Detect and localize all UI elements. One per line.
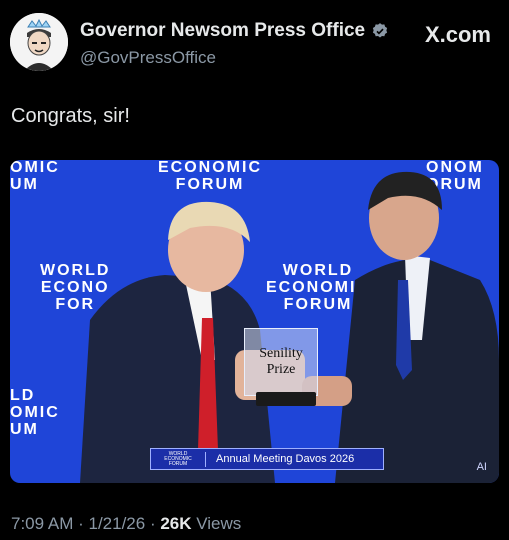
tweet-media[interactable]: ECONOMIC FORUM OMIC UM ONOM ORUM WORLD E… [10, 160, 499, 483]
prize-line2: Prize [266, 362, 296, 377]
display-name-text[interactable]: Governor Newsom Press Office [80, 20, 365, 42]
photo-people-illustration [80, 171, 499, 483]
podium-text: Annual Meeting Davos 2026 [216, 453, 355, 465]
views-label: Views [191, 514, 242, 533]
tweet-text: Congrats, sir! [11, 105, 130, 127]
verified-badge-icon [372, 23, 388, 38]
brand-label: X.com [424, 22, 491, 47]
views-count[interactable]: 26K [160, 514, 191, 533]
podium-logo: WORLD ECONOMIC FORUM [151, 451, 206, 467]
podium-plaque: WORLD ECONOMIC FORUM Annual Meeting Davo… [150, 448, 384, 470]
prize-line1: Senility [259, 346, 303, 361]
tweet-date[interactable]: 1/21/26 [88, 514, 145, 533]
avatar[interactable] [10, 13, 68, 71]
prize-award: Senility Prize [244, 328, 318, 396]
meta-separator: · [73, 514, 89, 533]
prize-base [256, 392, 316, 406]
tweet-header: Governor Newsom Press Office @GovPressOf… [0, 0, 509, 80]
avatar-caricature-icon [10, 13, 68, 71]
meta-separator-2: · [145, 514, 161, 533]
ai-label: AI [476, 461, 487, 473]
account-names: Governor Newsom Press Office @GovPressOf… [80, 20, 389, 68]
tweet-meta: 7:09 AM · 1/21/26 · 26K Views [11, 514, 241, 534]
tweet-time[interactable]: 7:09 AM [11, 514, 73, 533]
display-name[interactable]: Governor Newsom Press Office [80, 20, 389, 42]
handle[interactable]: @GovPressOffice [80, 48, 389, 68]
